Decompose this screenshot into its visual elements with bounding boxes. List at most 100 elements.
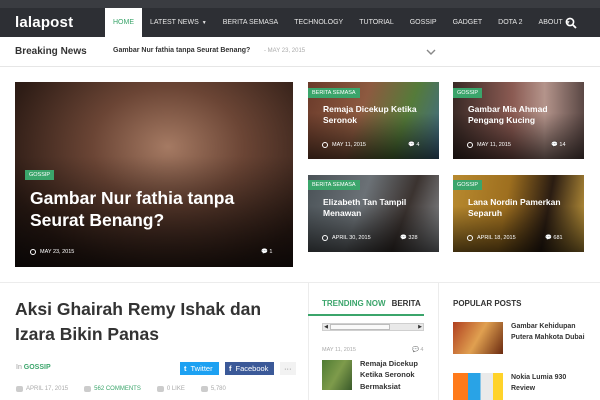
nav-label: GADGET xyxy=(452,19,483,26)
featured-post-title[interactable]: Lana Nordin Pamerkan Separuh xyxy=(468,197,580,218)
article-date: APRIL 17, 2015 xyxy=(16,386,68,392)
article-views: 5,780 xyxy=(200,386,226,392)
featured-post-1[interactable]: BERITA SEMASA Remaja Dicekup Ketika Sero… xyxy=(308,82,439,159)
comment-icon: 💬 xyxy=(261,249,268,255)
tab-berita[interactable]: BERITA xyxy=(392,299,421,308)
post-date: APRIL 18, 2015 xyxy=(467,235,516,241)
nav-label: BERITA SEMASA xyxy=(222,19,279,26)
count-text: 681 xyxy=(553,235,563,241)
clock-icon xyxy=(322,142,328,148)
category-badge[interactable]: BERITA SEMASA xyxy=(308,180,360,190)
date-text: MAY 23, 2015 xyxy=(40,249,75,255)
views-text: 5,780 xyxy=(210,386,226,392)
breaking-news-bar: Breaking News Gambar Nur fathia tanpa Se… xyxy=(0,37,600,67)
twitter-icon: t xyxy=(184,364,187,373)
nav-item-technology[interactable]: TECHNOLOGY xyxy=(286,8,351,37)
featured-post-title[interactable]: Elizabeth Tan Tampil Menawan xyxy=(323,197,435,218)
likes-text: 0 LIKE xyxy=(166,386,185,392)
trending-post-title[interactable]: Remaja Dicekup Ketika Seronok Bermaksiat xyxy=(360,358,430,392)
comment-count: 💬 14 xyxy=(551,142,566,148)
nav-label: TECHNOLOGY xyxy=(294,19,344,26)
post-date: MAY 11, 2015 xyxy=(467,142,511,148)
top-stripe xyxy=(0,0,600,8)
article-comments[interactable]: 562 COMMENTS xyxy=(84,386,141,392)
clock-icon xyxy=(16,386,23,392)
nav-item-gossip[interactable]: GOSSIP xyxy=(402,8,445,37)
comment-count: 💬 328 xyxy=(400,235,418,241)
nav-label: TUTORIAL xyxy=(359,19,394,26)
twitter-label: Twitter xyxy=(190,364,213,373)
nav-label: HOME xyxy=(113,19,134,26)
nav-item-berita-semasa[interactable]: BERITA SEMASA xyxy=(215,8,287,37)
breaking-news-title: Breaking News xyxy=(15,46,87,57)
popular-post-title[interactable]: Gambar Kehidupan Putera Mahkota Dubai xyxy=(511,321,587,343)
nav-label: ABOUT xyxy=(538,19,563,26)
category-badge[interactable]: GOSSIP xyxy=(453,88,483,98)
active-tab-underline xyxy=(308,314,424,316)
article-category-link[interactable]: GOSSIP xyxy=(24,364,51,371)
date-text: MAY 11, 2015 xyxy=(332,142,366,148)
heart-icon xyxy=(156,386,164,392)
featured-post-title[interactable]: Remaja Dicekup Ketika Seronok xyxy=(323,104,435,125)
facebook-share-button[interactable]: f Facebook xyxy=(225,362,275,375)
category-badge[interactable]: GOSSIP xyxy=(453,180,483,190)
search-icon[interactable] xyxy=(565,17,577,29)
comment-icon: 💬 xyxy=(545,235,552,241)
article-byline: In GOSSIP xyxy=(16,364,51,371)
scroll-right-icon[interactable]: ▶ xyxy=(417,324,423,330)
comment-icon: 💬 xyxy=(400,235,407,241)
column-divider xyxy=(308,283,309,400)
count-text: 4 xyxy=(420,347,424,353)
featured-post-2[interactable]: GOSSIP Gambar Mia Ahmad Pengang Kucing M… xyxy=(453,82,584,159)
nav-item-tutorial[interactable]: TUTORIAL xyxy=(351,8,402,37)
in-label: In xyxy=(16,364,22,371)
chevron-down-icon: ▼ xyxy=(201,20,207,26)
scrollbar-thumb[interactable] xyxy=(330,324,390,330)
nav-item-home[interactable]: HOME xyxy=(105,8,142,37)
nav-item-dota-2[interactable]: DOTA 2 xyxy=(490,8,530,37)
nav-label: DOTA 2 xyxy=(498,19,523,26)
popular-thumbnail[interactable] xyxy=(453,373,503,400)
facebook-label: Facebook xyxy=(235,364,269,373)
featured-main-title[interactable]: Gambar Nur fathia tanpa Seurat Benang? xyxy=(30,188,280,232)
trending-tabs: TRENDING NOW BERITA xyxy=(322,299,421,308)
more-share-button[interactable]: ··· xyxy=(280,362,296,375)
article-title[interactable]: Aksi Ghairah Remy Ishak dan Izara Bikin … xyxy=(15,297,295,346)
category-badge[interactable]: GOSSIP xyxy=(25,170,55,180)
post-date: MAY 11, 2015 xyxy=(322,142,366,148)
count-text: 4 xyxy=(416,142,420,148)
category-badge[interactable]: BERITA SEMASA xyxy=(308,88,360,98)
featured-main-post[interactable]: GOSSIP Gambar Nur fathia tanpa Seurat Be… xyxy=(15,82,293,267)
featured-post-title[interactable]: Gambar Mia Ahmad Pengang Kucing xyxy=(468,104,580,125)
date-text: APRIL 30, 2015 xyxy=(332,235,371,241)
article-meta: APRIL 17, 2015 562 COMMENTS 0 LIKE 5,780 xyxy=(16,386,286,392)
site-logo[interactable]: lalapost xyxy=(15,14,73,31)
clock-icon xyxy=(467,235,473,241)
trending-comment-count: 💬 4 xyxy=(412,347,423,353)
twitter-share-button[interactable]: t Twitter xyxy=(180,362,219,375)
breaking-news-headline[interactable]: Gambar Nur fathia tanpa Seurat Benang? xyxy=(113,47,250,54)
date-text: APRIL 18, 2015 xyxy=(477,235,516,241)
comment-count: 💬 1 xyxy=(261,249,272,255)
popular-posts-heading: POPULAR POSTS xyxy=(453,299,522,308)
clock-icon xyxy=(467,142,473,148)
featured-post-4[interactable]: GOSSIP Lana Nordin Pamerkan Separuh APRI… xyxy=(453,175,584,252)
main-nav: HOME LATEST NEWS ▼ BERITA SEMASA TECHNOLO… xyxy=(105,8,579,37)
nav-label: LATEST NEWS xyxy=(150,19,199,26)
featured-post-3[interactable]: BERITA SEMASA Elizabeth Tan Tampil Menaw… xyxy=(308,175,439,252)
comment-icon: 💬 xyxy=(408,142,415,148)
trending-thumbnail[interactable] xyxy=(322,360,352,390)
comment-icon xyxy=(84,386,92,392)
scroll-left-icon[interactable]: ◀ xyxy=(323,324,329,330)
tab-trending-now[interactable]: TRENDING NOW xyxy=(322,299,386,308)
nav-item-latest-news[interactable]: LATEST NEWS ▼ xyxy=(142,8,215,37)
article-likes[interactable]: 0 LIKE xyxy=(156,386,185,392)
eye-icon xyxy=(200,386,208,392)
section-divider xyxy=(0,282,600,283)
comment-count: 💬 4 xyxy=(408,142,419,148)
clock-icon xyxy=(322,235,328,241)
chevron-down-icon[interactable] xyxy=(426,48,436,56)
popular-thumbnail[interactable] xyxy=(453,322,503,354)
popular-post-title[interactable]: Nokia Lumia 930 Review xyxy=(511,372,587,394)
nav-item-gadget[interactable]: GADGET xyxy=(445,8,491,37)
